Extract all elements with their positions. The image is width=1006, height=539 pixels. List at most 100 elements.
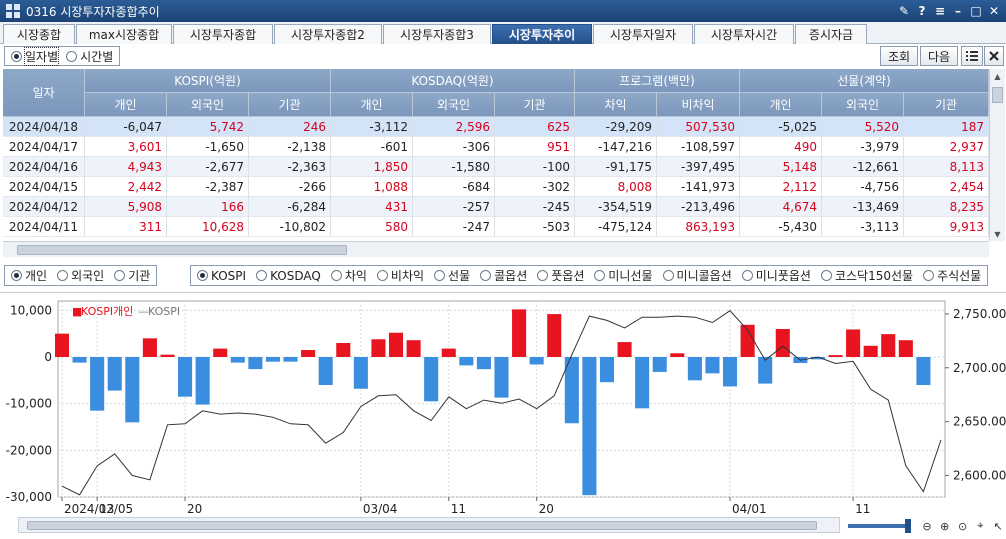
bar <box>547 314 562 357</box>
table-cell: -5,025 <box>740 117 822 137</box>
radio-investor-individual[interactable]: 개인 <box>11 267 47 284</box>
bar <box>353 357 368 389</box>
query-button[interactable]: 조회 <box>880 46 918 66</box>
radio-market-kosdaq150-futures[interactable]: 코스닥150선물 <box>820 267 913 284</box>
bar <box>107 357 122 391</box>
chart-horizontal-scrollbar[interactable] <box>18 517 840 533</box>
tab-max-market-summary[interactable]: max시장종합 <box>76 24 172 44</box>
bar <box>863 345 878 357</box>
table-row[interactable]: 2024/04/12 5,908 166 -6,284 431 -257 -245 -354,… <box>3 197 989 217</box>
tab-market-investor-summary2[interactable]: 시장투자종합2 <box>274 24 382 44</box>
table-cell: -141,973 <box>657 177 740 197</box>
table-row[interactable]: 2024/04/16 4,943 -2,677 -2,363 1,850 -1,580 -1… <box>3 157 989 177</box>
col-kospi-individual: 개인 <box>85 93 167 117</box>
table-cell: 4,674 <box>740 197 822 217</box>
radio-market-mini-futures[interactable]: 미니선물 <box>594 267 653 284</box>
table-cell: -3,112 <box>331 117 413 137</box>
x-tick-label: 20 <box>539 502 554 516</box>
tab-market-investor-time[interactable]: 시장투자시간 <box>694 24 794 44</box>
x-tick-label: 13 <box>99 502 114 516</box>
table-cell: -10,802 <box>249 217 331 237</box>
radio-investor-institution[interactable]: 기관 <box>114 267 150 284</box>
radio-investor-foreign[interactable]: 외국인 <box>57 267 104 284</box>
menu-icon[interactable]: ≡ <box>932 3 948 19</box>
tab-market-investor-daily[interactable]: 시장투자일자 <box>593 24 693 44</box>
bar <box>775 329 790 357</box>
x-tick-label: 11 <box>855 502 870 516</box>
list-view-icon[interactable] <box>961 46 983 66</box>
scroll-up-icon[interactable]: ▲ <box>990 69 1005 83</box>
tab-market-investor-summary3[interactable]: 시장투자종합3 <box>383 24 491 44</box>
bar <box>582 357 597 496</box>
maximize-icon[interactable]: □ <box>968 3 984 19</box>
table-row[interactable]: 2024/04/17 3,601 -1,650 -2,138 -601 -306 951 -1… <box>3 137 989 157</box>
close-icon[interactable]: ✕ <box>986 3 1002 19</box>
table-cell: 8,235 <box>904 197 989 217</box>
header-kospi: KOSPI(억원) <box>85 69 331 93</box>
y-right-tick-label: 2,650.00 <box>953 415 1006 429</box>
table-cell: 2,442 <box>85 177 167 197</box>
y-right-tick-label: 2,700.00 <box>953 361 1006 375</box>
close-panel-icon[interactable] <box>984 46 1004 66</box>
table-horizontal-scrollbar[interactable] <box>3 241 989 257</box>
radio-market-stock-futures[interactable]: 주식선물 <box>923 267 981 284</box>
zoom-out-icon[interactable]: ⊖ <box>919 518 935 534</box>
table-cell: 507,530 <box>657 117 740 137</box>
table-row[interactable]: 2024/04/15 2,442 -2,387 -266 1,088 -684 -302 8,… <box>3 177 989 197</box>
crosshair-icon[interactable]: ⌖ <box>972 518 988 534</box>
radio-market-put[interactable]: 풋옵션 <box>537 267 584 284</box>
bar <box>687 357 702 381</box>
tab-market-investor-trend[interactable]: 시장투자추이 <box>492 24 592 44</box>
scroll-down-icon[interactable]: ▼ <box>990 227 1005 241</box>
table-cell: 580 <box>331 217 413 237</box>
table-cell: -2,363 <box>249 157 331 177</box>
investor-selector: 개인 외국인 기관 <box>4 265 158 286</box>
chart-scroll-thumb[interactable] <box>27 521 817 530</box>
table-cell: 3,601 <box>85 137 167 157</box>
bar <box>142 338 157 357</box>
pointer-icon[interactable]: ↖ <box>990 518 1006 534</box>
radio-market-kosdaq[interactable]: KOSDAQ <box>256 269 321 283</box>
col-kospi-institution: 기관 <box>249 93 331 117</box>
table-row[interactable]: 2024/04/11 311 10,628 -10,802 580 -247 -503 -47… <box>3 217 989 237</box>
col-kosdaq-individual: 개인 <box>331 93 413 117</box>
x-tick-label: 03/04 <box>363 502 398 516</box>
radio-daily[interactable]: 일자별 <box>11 46 60 66</box>
table-cell: -4,756 <box>822 177 904 197</box>
radio-market-futures[interactable]: 선물 <box>434 267 470 284</box>
radio-market-call[interactable]: 콜옵션 <box>480 267 527 284</box>
investor-chart: 10,000 0 -10,000 -20,000 -30,000 2,750.00 2,70… <box>0 292 1006 516</box>
tab-market-investor-summary[interactable]: 시장투자종합 <box>173 24 273 44</box>
minimize-icon[interactable]: – <box>950 3 966 19</box>
radio-market-kospi[interactable]: KOSPI <box>197 269 246 283</box>
bar <box>318 357 333 385</box>
radio-market-mini-put[interactable]: 미니풋옵션 <box>741 267 811 284</box>
y-left-tick-label: 10,000 <box>10 303 52 317</box>
scroll-thumb[interactable] <box>992 87 1003 103</box>
radio-hourly[interactable]: 시간별 <box>66 48 113 65</box>
table-vertical-scrollbar[interactable]: ▲ ▼ <box>989 69 1005 241</box>
table-cell: 8,008 <box>575 177 657 197</box>
table-body: 2024/04/18 -6,047 5,742 246 -3,112 2,596 625 -2… <box>3 117 989 237</box>
next-button[interactable]: 다음 <box>920 46 958 66</box>
table-cell: 4,943 <box>85 157 167 177</box>
chart-zoom-controls: ⊖ ⊕ ⊙ ⌖ ↖ <box>848 517 1006 535</box>
radio-market-nonarbitrage[interactable]: 비차익 <box>376 267 424 284</box>
zoom-slider[interactable] <box>848 519 912 533</box>
pin-icon[interactable]: ✎ <box>896 3 912 19</box>
radio-market-mini-call[interactable]: 미니콜옵션 <box>662 267 732 284</box>
table-cell: 2,596 <box>413 117 495 137</box>
zoom-reset-icon[interactable]: ⊙ <box>955 518 971 534</box>
zoom-in-icon[interactable]: ⊕ <box>937 518 953 534</box>
radio-market-arbitrage[interactable]: 차익 <box>330 267 367 284</box>
help-icon[interactable]: ? <box>914 3 930 19</box>
table-header-groups: 일자 KOSPI(억원) KOSDAQ(억원) 프로그램(백만) 선물(계약) <box>3 69 989 117</box>
tab-stock-funds[interactable]: 증시자금 <box>795 24 867 44</box>
bar <box>652 357 667 372</box>
col-futures-foreign: 외국인 <box>822 93 904 117</box>
cell-date: 2024/04/17 <box>3 137 85 157</box>
hscroll-thumb[interactable] <box>17 245 347 255</box>
table-row[interactable]: 2024/04/18 -6,047 5,742 246 -3,112 2,596 625 -2… <box>3 117 989 137</box>
tab-market-summary[interactable]: 시장종합 <box>3 24 75 44</box>
x-tick-label: 20 <box>187 502 202 516</box>
